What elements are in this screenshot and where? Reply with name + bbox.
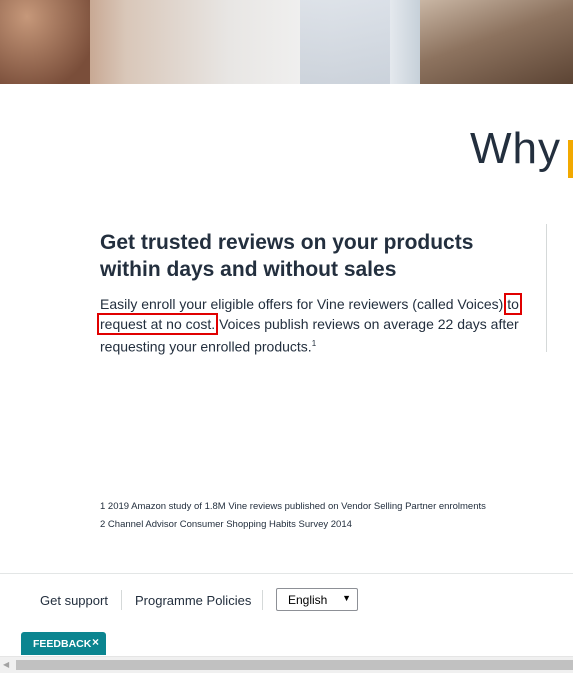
language-select[interactable]: English ▼ [276, 588, 358, 611]
vertical-divider [546, 224, 547, 352]
language-value: English [288, 593, 328, 607]
close-icon[interactable]: × [92, 635, 99, 649]
section-heading: Why [470, 124, 561, 173]
feedback-label: FEEDBACK [33, 638, 92, 650]
heading-accent [568, 140, 573, 178]
footnote-2: 2 Channel Advisor Consumer Shopping Habi… [100, 519, 352, 530]
footnote-ref: 1 [311, 339, 317, 348]
feature-headline: Get trusted reviews on your products wit… [100, 231, 474, 281]
description-start: Easily enroll your eligible offers for V… [100, 296, 508, 312]
hero-photo-left [0, 0, 90, 84]
hero-photo-right [420, 0, 573, 84]
chevron-down-icon: ▼ [342, 593, 351, 603]
scrollbar-thumb[interactable] [16, 660, 573, 670]
hero-image [0, 0, 573, 84]
horizontal-scrollbar[interactable]: ◀ [0, 656, 573, 673]
footer-separator [121, 590, 122, 610]
footer-separator [262, 590, 263, 610]
footnotes: 1 2019 Amazon study of 1.8M Vine reviews… [100, 498, 486, 534]
hero-photo-center [300, 0, 390, 84]
footnote-1: 1 2019 Amazon study of 1.8M Vine reviews… [100, 501, 486, 512]
footer-divider [0, 573, 573, 574]
feature-description: Easily enroll your eligible offers for V… [97, 293, 522, 357]
get-support-link[interactable]: Get support [40, 593, 108, 608]
feedback-button[interactable]: FEEDBACK × [21, 632, 106, 655]
programme-policies-link[interactable]: Programme Policies [135, 593, 251, 608]
scroll-left-icon[interactable]: ◀ [3, 660, 9, 669]
